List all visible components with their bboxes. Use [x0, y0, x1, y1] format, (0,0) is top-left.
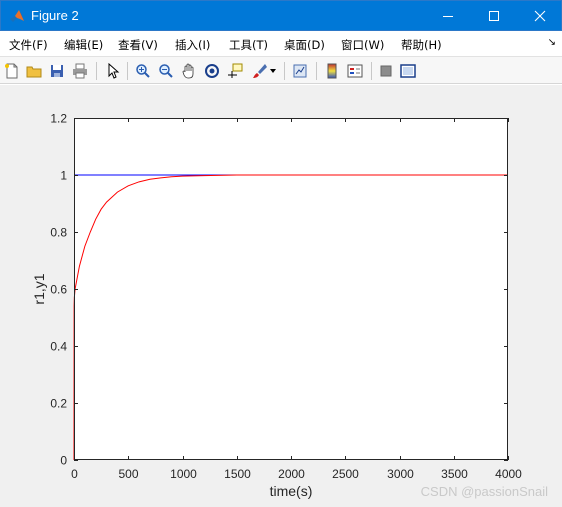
menu-file[interactable]: 文件(F) [9, 37, 48, 53]
print-icon[interactable] [70, 61, 90, 81]
title-bar: Figure 2 [0, 0, 562, 31]
menu-dock-arrow-icon[interactable]: ↘ [548, 37, 556, 48]
toolbar-separator [96, 62, 97, 80]
y-tick-label: 0.8 [50, 226, 67, 240]
plot-area[interactable] [74, 118, 508, 460]
toolbar-separator [316, 62, 317, 80]
maximize-button[interactable] [471, 1, 517, 31]
colorbar-icon[interactable] [322, 61, 342, 81]
figure-canvas: 0 500 1000 1500 2000 2500 3000 3500 4000 0 0.2 0.4 0… [0, 85, 562, 507]
x-tick-label: 4000 [495, 467, 522, 481]
y-tick-label: 0.6 [50, 283, 67, 297]
pointer-icon[interactable] [103, 61, 123, 81]
close-button[interactable] [517, 1, 562, 31]
line-chart[interactable]: 0 500 1000 1500 2000 2500 3000 3500 4000 0 0.2 0.4 0… [0, 85, 562, 507]
y-axis-label: r1,y1 [31, 273, 47, 304]
minimize-button[interactable] [425, 1, 471, 31]
y-tick-label: 1.2 [50, 112, 67, 126]
figure-toolbar [0, 56, 562, 84]
pan-hand-icon[interactable] [179, 61, 199, 81]
menu-view[interactable]: 查看(V) [118, 37, 158, 53]
toolbar-separator [127, 62, 128, 80]
x-tick-label: 3000 [387, 467, 414, 481]
y-tick-label: 0.4 [50, 340, 67, 354]
zoom-out-icon[interactable] [156, 61, 176, 81]
y-tick-label: 1 [60, 169, 67, 183]
new-file-icon[interactable] [2, 61, 22, 81]
x-tick-label: 0 [71, 467, 78, 481]
x-tick-label: 1500 [224, 467, 251, 481]
menu-insert[interactable]: 插入(I) [175, 37, 210, 53]
legend-icon[interactable] [345, 61, 365, 81]
window-title: Figure 2 [31, 8, 79, 23]
x-tick-label: 2000 [278, 467, 305, 481]
menu-tools[interactable]: 工具(T) [229, 37, 268, 53]
menu-window[interactable]: 窗口(W) [341, 37, 384, 53]
toolbar-separator [284, 62, 285, 80]
matlab-logo-icon [9, 8, 25, 24]
x-tick-label: 3500 [441, 467, 468, 481]
brush-dropdown-icon[interactable] [267, 61, 279, 81]
save-icon[interactable] [47, 61, 67, 81]
show-plot-tools-icon[interactable] [398, 61, 418, 81]
x-tick-label: 2500 [332, 467, 359, 481]
hide-plot-tools-icon[interactable] [376, 61, 396, 81]
menu-bar: 文件(F) 编辑(E) 查看(V) 插入(I) 工具(T) 桌面(D) 窗口(W… [0, 31, 562, 56]
menu-desktop[interactable]: 桌面(D) [284, 37, 325, 53]
zoom-in-icon[interactable] [133, 61, 153, 81]
menu-edit[interactable]: 编辑(E) [64, 37, 103, 53]
toolbar-separator [371, 62, 372, 80]
data-cursor-icon[interactable] [225, 61, 245, 81]
y-tick-label: 0.2 [50, 397, 67, 411]
menu-help[interactable]: 帮助(H) [401, 37, 442, 53]
x-tick-label: 500 [118, 467, 138, 481]
open-folder-icon[interactable] [24, 61, 44, 81]
rotate-3d-icon[interactable] [202, 61, 222, 81]
brush-icon[interactable] [249, 61, 269, 81]
x-axis-label: time(s) [270, 483, 313, 499]
watermark: CSDN @passionSnail [420, 484, 548, 499]
y-tick-label: 0 [60, 454, 67, 468]
x-tick-label: 1000 [170, 467, 197, 481]
link-plot-icon[interactable] [290, 61, 310, 81]
